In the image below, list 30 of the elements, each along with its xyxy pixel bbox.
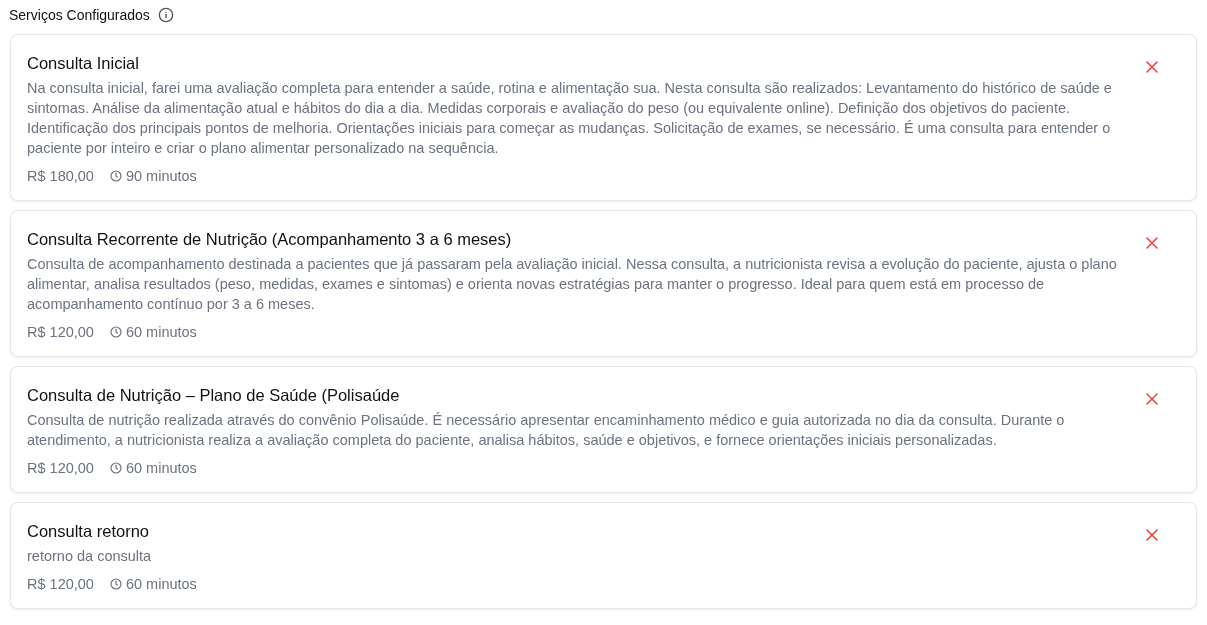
clock-icon [109, 578, 122, 590]
clock-icon [109, 326, 122, 338]
service-price: R$ 180,00 [27, 167, 94, 186]
service-description: Consulta de nutrição realizada através do convênio Polisaúde. É necessário apresentar encaminhamento médico e guia autorizada no dia da consulta. Durante o atendimento, a nutricionista realiza a avaliação completa do paciente, analisa hábitos, saúde e objetivos, e fornece orientações iniciais personalizadas. [27, 411, 1066, 450]
remove-button[interactable] [1144, 391, 1160, 407]
remove-button[interactable] [1144, 527, 1160, 543]
close-icon [1146, 393, 1158, 405]
clock-icon [109, 462, 122, 474]
service-duration: 60 minutos [125, 323, 197, 342]
remove-button[interactable] [1144, 59, 1160, 75]
clock-icon [109, 170, 122, 182]
info-icon [157, 7, 174, 23]
service-name: Consulta Inicial [27, 53, 140, 74]
service-description: Na consulta inicial, farei uma avaliação completa para entender a saúde, rotina e alimentação sua. Nesta consulta são realizados: Levantamento do histórico de saúde e sintomas. Análise da alimentação atual e hábitos do dia a dia. Medidas corporais e avaliação do peso (ou equivalente online). Definição dos objetivos do paciente. Identificação dos principais pontos de melhoria. Orientações iniciais para começar as mudanças. Solicitação de exames, se necessário. É uma consulta para entender o paciente por inteiro e criar o plano alimentar personalizado na sequência. [27, 79, 1113, 158]
remove-button[interactable] [1144, 235, 1160, 251]
service-duration: 60 minutos [125, 459, 197, 478]
close-icon [1146, 237, 1158, 249]
service-name: Consulta Recorrente de Nutrição (Acompanhamento 3 a 6 meses) [27, 229, 513, 250]
service-duration: 90 minutos [125, 167, 197, 186]
service-duration: 60 minutos [125, 575, 197, 594]
section-title: Serviços Configurados [9, 7, 150, 23]
service-name: Consulta de Nutrição – Plano de Saúde (Polisaúde [27, 385, 401, 406]
service-name: Consulta retorno [27, 521, 150, 542]
service-description: retorno da consulta [27, 547, 153, 566]
service-price: R$ 120,00 [27, 323, 94, 342]
close-icon [1146, 61, 1158, 73]
service-price: R$ 120,00 [27, 459, 94, 478]
close-icon [1146, 529, 1158, 541]
service-price: R$ 120,00 [27, 575, 94, 594]
service-description: Consulta de acompanhamento destinada a pacientes que já passaram pela avaliação inicial. Nessa consulta, a nutricionista revisa a evolução do paciente, ajusta o plano alimentar, analisa resultados (peso, medidas, exames e sintomas) e orienta novas estratégias para manter o progresso. Ideal para quem está em processo de acompanhamento contínuo por 3 a 6 meses. [27, 255, 1118, 314]
